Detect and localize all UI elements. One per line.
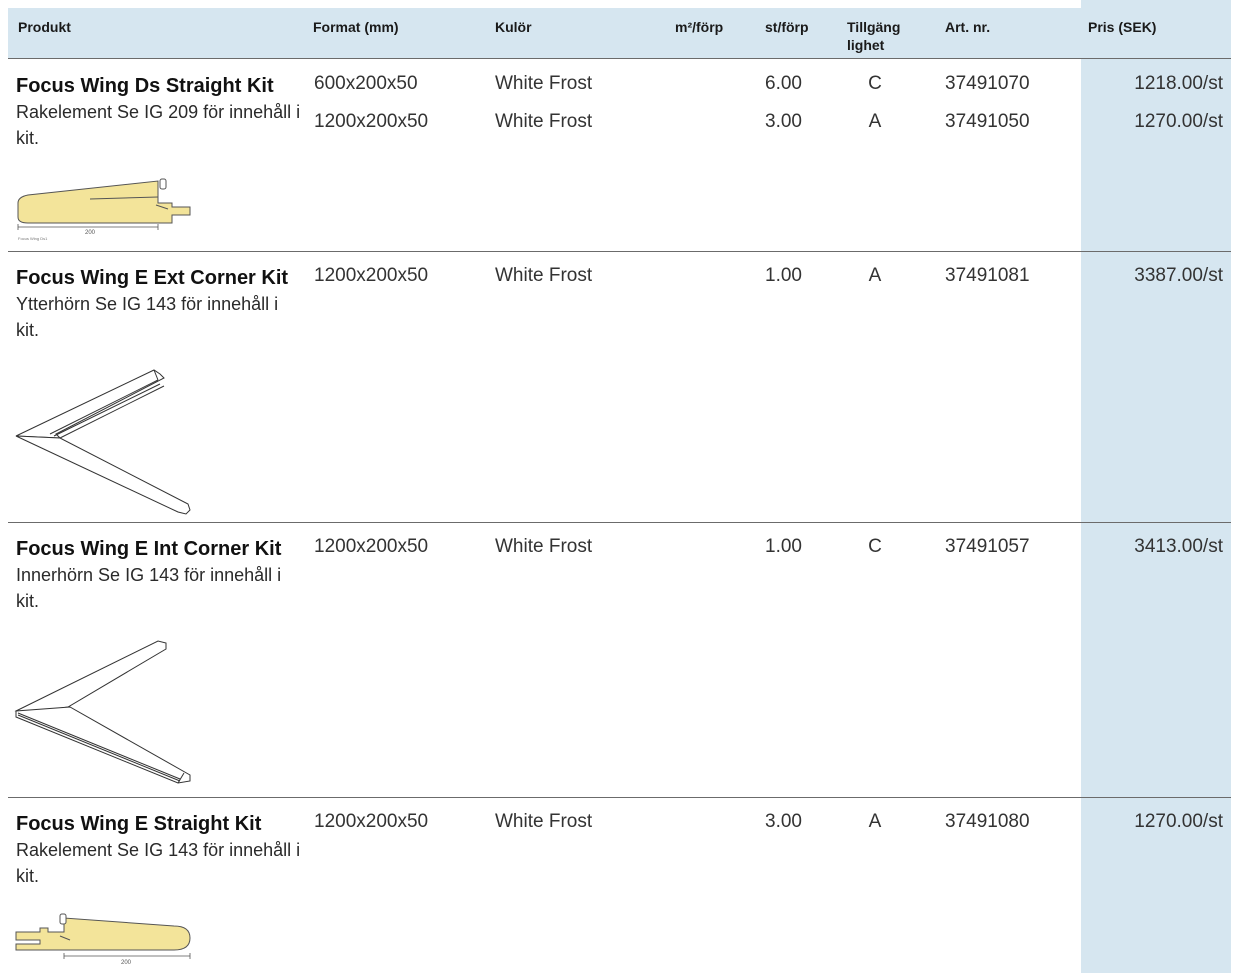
variant-art-nr: 37491080 bbox=[945, 811, 1030, 832]
header-tillg-line1: Tillgäng bbox=[847, 19, 901, 35]
variant-price: 3413.00/st bbox=[1134, 536, 1223, 557]
variant-st: 1.00 bbox=[765, 265, 802, 286]
variant-color: White Frost bbox=[495, 265, 593, 286]
header-art: Art. nr. bbox=[945, 19, 991, 35]
header-tillg-line2: lighet bbox=[847, 37, 885, 53]
header-pris: Pris (SEK) bbox=[1088, 19, 1157, 35]
variant-format: 1200x200x50 bbox=[314, 265, 429, 286]
variant-availability: A bbox=[868, 811, 882, 832]
variant-format: 600x200x50 bbox=[314, 73, 418, 94]
variant-art-nr: 37491081 bbox=[945, 265, 1030, 286]
variant-availability: C bbox=[868, 536, 882, 557]
table-row: Focus Wing E Int Corner Kit Innerhörn Se… bbox=[8, 523, 1231, 797]
header-st: st/förp bbox=[765, 19, 809, 35]
int-corner-kit-drawing bbox=[14, 640, 191, 784]
variant-color: White Frost bbox=[495, 111, 593, 132]
product-description: Ytterhörn Se IG 143 för innehåll i kit. bbox=[16, 294, 279, 340]
header-format: Format (mm) bbox=[313, 19, 399, 35]
product-name: Focus Wing E Straight Kit bbox=[16, 813, 262, 835]
header-kulor: Kulör bbox=[495, 19, 532, 35]
product-name: Focus Wing Ds Straight Kit bbox=[16, 75, 274, 97]
variant-price: 1270.00/st bbox=[1134, 811, 1223, 832]
variant-color: White Frost bbox=[495, 811, 593, 832]
variant-price: 3387.00/st bbox=[1134, 265, 1223, 286]
product-description: Rakelement Se IG 143 för innehåll i kit. bbox=[16, 840, 301, 886]
drawing-dimension-label: 200 bbox=[121, 960, 132, 966]
product-name: Focus Wing E Ext Corner Kit bbox=[16, 267, 289, 289]
variant-art-nr: 37491070 bbox=[945, 73, 1030, 94]
variant-availability: C bbox=[868, 73, 882, 94]
header-m2: m²/förp bbox=[675, 19, 724, 35]
product-description: Rakelement Se IG 209 för innehåll i kit. bbox=[16, 102, 301, 148]
product-name: Focus Wing E Int Corner Kit bbox=[16, 538, 282, 560]
variant-st: 3.00 bbox=[765, 111, 802, 132]
variant-color: White Frost bbox=[495, 536, 593, 557]
table-row: Focus Wing E Straight Kit Rakelement Se … bbox=[8, 798, 1231, 973]
drawing-name-label: Focus Wing Ds1 bbox=[18, 236, 48, 241]
drawing-dimension-label: 200 bbox=[85, 230, 96, 236]
variant-availability: A bbox=[868, 111, 882, 132]
variant-availability: A bbox=[868, 265, 882, 286]
table-row: Focus Wing E Ext Corner Kit Ytterhörn Se… bbox=[8, 252, 1231, 522]
variant-format: 1200x200x50 bbox=[314, 536, 429, 557]
variant-format: 1200x200x50 bbox=[314, 811, 429, 832]
ext-corner-kit-drawing bbox=[15, 369, 191, 515]
table-row: Focus Wing Ds Straight Kit Rakelement Se… bbox=[8, 60, 1231, 251]
variant-price: 1218.00/st bbox=[1134, 73, 1223, 94]
variant-art-nr: 37491057 bbox=[945, 536, 1030, 557]
variant-st: 6.00 bbox=[765, 73, 802, 94]
header-produkt: Produkt bbox=[18, 19, 71, 35]
product-description: Innerhörn Se IG 143 för innehåll i kit. bbox=[16, 565, 282, 611]
header-tillganglighet: Tillgäng lighet bbox=[847, 18, 900, 54]
variant-format: 1200x200x50 bbox=[314, 111, 429, 132]
straight-kit-ds-drawing: 200 Focus Wing Ds1 bbox=[17, 178, 191, 241]
variant-price: 1270.00/st bbox=[1134, 111, 1223, 132]
table-header: Produkt Format (mm) Kulör m²/förp st/för… bbox=[8, 8, 1231, 59]
variant-color: White Frost bbox=[495, 73, 593, 94]
variant-st: 3.00 bbox=[765, 811, 802, 832]
variant-st: 1.00 bbox=[765, 536, 802, 557]
straight-kit-e-drawing: 200 bbox=[15, 913, 191, 966]
variant-art-nr: 37491050 bbox=[945, 111, 1030, 132]
